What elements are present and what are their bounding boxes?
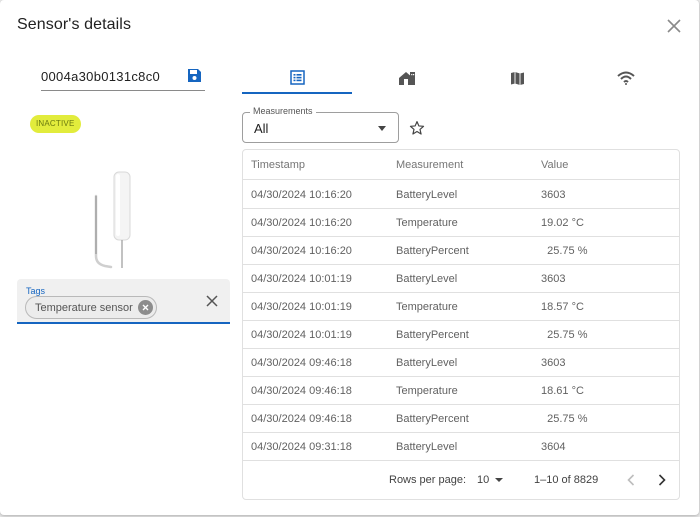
previous-page-button[interactable] xyxy=(622,471,640,489)
cell-measurement: BatteryLevel xyxy=(396,357,458,369)
cell-value: 18.57 °C xyxy=(541,301,584,313)
tab-list[interactable] xyxy=(242,62,352,94)
next-page-button[interactable] xyxy=(653,471,671,489)
list-icon xyxy=(289,69,305,85)
cell-measurement: BatteryLevel xyxy=(396,441,458,453)
tag-chip-label: Temperature sensor xyxy=(35,301,133,314)
cell-measurement: Temperature xyxy=(396,385,458,397)
table-pagination: Rows per page: 10 1–10 of 8829 xyxy=(243,461,679,501)
sensor-id-field[interactable]: 0004a30b0131c8c0 xyxy=(41,65,205,91)
cell-timestamp: 04/30/2024 09:46:18 xyxy=(251,385,352,397)
cell-timestamp: 04/30/2024 10:16:20 xyxy=(251,189,352,201)
column-header-measurement[interactable]: Measurement xyxy=(396,159,463,171)
close-icon xyxy=(206,295,218,307)
cell-value: 3603 xyxy=(541,189,566,201)
cell-timestamp: 04/30/2024 10:01:19 xyxy=(251,273,352,285)
table-row[interactable]: 04/30/2024 09:46:18 Temperature 18.61 °C xyxy=(243,377,679,405)
page-range: 1–10 of 8829 xyxy=(534,474,599,486)
cell-value: 3603 xyxy=(541,357,566,369)
column-header-timestamp[interactable]: Timestamp xyxy=(251,159,305,171)
table-row[interactable]: 04/30/2024 10:01:19 BatteryLevel 3603 xyxy=(243,265,679,293)
table-row[interactable]: 04/30/2024 10:16:20 Temperature 19.02 °C xyxy=(243,209,679,237)
chevron-left-icon xyxy=(627,474,635,486)
cell-measurement: BatteryLevel xyxy=(396,189,458,201)
tags-label: Tags xyxy=(26,286,46,296)
cell-value: 18.61 °C xyxy=(541,385,584,397)
status-badge: INACTIVE xyxy=(30,115,81,133)
cell-value: 25.75 % xyxy=(541,413,588,425)
measurements-value: All xyxy=(254,121,269,136)
cell-timestamp: 04/30/2024 10:16:20 xyxy=(251,245,352,257)
close-button[interactable] xyxy=(662,14,686,38)
cell-value: 19.02 °C xyxy=(541,217,584,229)
cell-measurement: BatteryLevel xyxy=(396,273,458,285)
map-icon xyxy=(510,71,524,85)
table-row[interactable]: 04/30/2024 09:31:18 BatteryLevel 3604 xyxy=(243,433,679,461)
cell-value: 25.75 % xyxy=(541,245,588,257)
table-row[interactable]: 04/30/2024 09:46:18 BatteryLevel 3603 xyxy=(243,349,679,377)
cell-timestamp: 04/30/2024 09:46:18 xyxy=(251,357,352,369)
table-row[interactable]: 04/30/2024 10:01:19 BatteryPercent 25.75… xyxy=(243,321,679,349)
tab-map[interactable] xyxy=(462,62,572,94)
sensor-details-dialog: Sensor's details 0004a30b0131c8c0 INACTI… xyxy=(0,0,699,515)
tag-chip[interactable]: Temperature sensor xyxy=(25,296,157,319)
chevron-down-icon xyxy=(378,126,386,131)
temperature-probe-image xyxy=(85,170,137,270)
rows-per-page-label: Rows per page: xyxy=(389,474,467,486)
table-row[interactable]: 04/30/2024 10:16:20 BatteryPercent 25.75… xyxy=(243,237,679,265)
dialog-title: Sensor's details xyxy=(17,16,132,33)
close-icon xyxy=(667,19,681,33)
star-outline-icon xyxy=(409,121,425,135)
tab-building[interactable] xyxy=(352,62,462,94)
chevron-right-icon xyxy=(658,474,666,486)
cell-timestamp: 04/30/2024 10:16:20 xyxy=(251,217,352,229)
cell-value: 3603 xyxy=(541,273,566,285)
cell-measurement: Temperature xyxy=(396,301,458,313)
cell-timestamp: 04/30/2024 09:31:18 xyxy=(251,441,352,453)
table-row[interactable]: 04/30/2024 09:46:18 BatteryPercent 25.75… xyxy=(243,405,679,433)
table-row[interactable]: 04/30/2024 10:16:20 BatteryLevel 3603 xyxy=(243,181,679,209)
measurements-table: Timestamp Measurement Value 04/30/2024 1… xyxy=(242,149,680,500)
measurements-label: Measurements xyxy=(250,106,316,116)
tags-clear-button[interactable] xyxy=(206,294,220,308)
cell-value: 25.75 % xyxy=(541,329,588,341)
cell-timestamp: 04/30/2024 09:46:18 xyxy=(251,413,352,425)
cell-value: 3604 xyxy=(541,441,566,453)
cell-measurement: Temperature xyxy=(396,217,458,229)
column-header-value[interactable]: Value xyxy=(541,159,568,171)
rows-per-page-value: 10 xyxy=(477,474,490,486)
tags-field[interactable]: Tags Temperature sensor xyxy=(17,279,230,324)
table-row[interactable]: 04/30/2024 10:01:19 Temperature 18.57 °C xyxy=(243,293,679,321)
sensor-id-value: 0004a30b0131c8c0 xyxy=(41,69,161,84)
table-header: Timestamp Measurement Value xyxy=(243,150,679,180)
chevron-down-icon xyxy=(495,478,504,482)
cell-measurement: BatteryPercent xyxy=(396,245,469,257)
favorite-button[interactable] xyxy=(409,120,427,138)
save-icon xyxy=(188,69,201,82)
cell-timestamp: 04/30/2024 10:01:19 xyxy=(251,329,352,341)
measurements-select[interactable]: Measurements All xyxy=(242,106,399,143)
save-button[interactable] xyxy=(187,68,203,84)
cell-timestamp: 04/30/2024 10:01:19 xyxy=(251,301,352,313)
house-icon xyxy=(399,71,415,85)
tab-connectivity[interactable] xyxy=(571,62,681,94)
cell-measurement: BatteryPercent xyxy=(396,329,469,341)
chip-delete-icon[interactable] xyxy=(137,300,153,315)
rows-per-page-select[interactable]: 10 xyxy=(477,472,504,488)
cell-measurement: BatteryPercent xyxy=(396,413,469,425)
signal-icon xyxy=(617,71,635,85)
